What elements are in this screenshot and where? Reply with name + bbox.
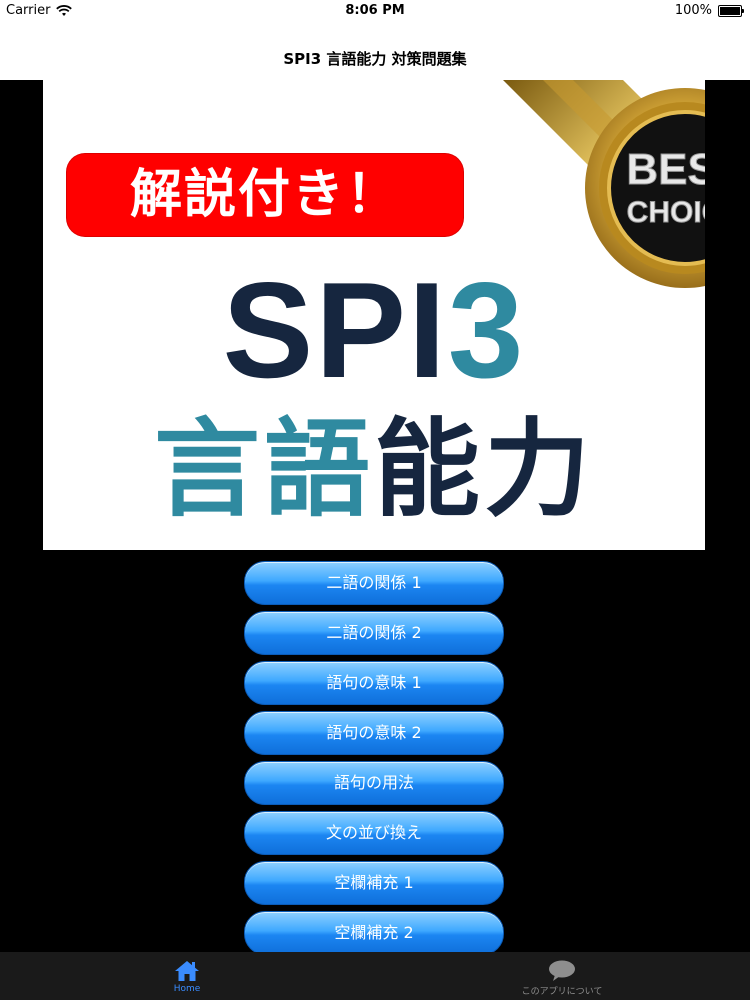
ribbon-best-text: BEST <box>626 145 705 194</box>
menu-button-usage[interactable]: 語句の用法 <box>244 761 504 805</box>
title-3-text: 3 <box>447 254 526 406</box>
title-gengo-text: 言語 <box>154 408 374 531</box>
title-nouryoku-text: 能力 <box>374 408 594 531</box>
battery-icon <box>718 4 744 17</box>
tab-home[interactable]: Home <box>150 952 224 1000</box>
title-spi3: SPI3 <box>43 260 705 400</box>
content-area: BEST CHOICE 解説付き！ SPI3 言語能力 二語の関係 1 二語の関… <box>0 80 750 955</box>
tab-bar: Home このアプリについて <box>0 952 750 1000</box>
menu-button-two-word-2[interactable]: 二語の関係 2 <box>244 611 504 655</box>
hero-banner: BEST CHOICE 解説付き！ SPI3 言語能力 <box>43 80 705 550</box>
tab-about[interactable]: このアプリについて <box>500 952 624 1000</box>
menu-button-sentence-order[interactable]: 文の並び換え <box>244 811 504 855</box>
menu-button-fill-blank-2[interactable]: 空欄補充 2 <box>244 911 504 955</box>
chat-bubble-icon <box>549 960 575 981</box>
menu-button-meaning-1[interactable]: 語句の意味 1 <box>244 661 504 705</box>
menu-button-fill-blank-1[interactable]: 空欄補充 1 <box>244 861 504 905</box>
tab-about-label: このアプリについて <box>521 987 603 997</box>
ribbon-choice-text: CHOICE <box>627 196 705 229</box>
status-time: 8:06 PM <box>345 3 405 18</box>
status-bar: Carrier 8:06 PM 100% <box>0 0 750 22</box>
home-icon <box>175 961 199 981</box>
tab-home-label: Home <box>173 984 201 994</box>
battery-percent: 100% <box>674 3 712 18</box>
status-right: 100% <box>674 3 744 18</box>
title-language-ability: 言語能力 <box>43 415 705 525</box>
menu-button-two-word-1[interactable]: 二語の関係 1 <box>244 561 504 605</box>
nav-bar: SPI3 言語能力 対策問題集 <box>0 22 750 80</box>
title-spi-text: SPI <box>222 254 448 406</box>
explanation-badge: 解説付き！ <box>67 154 463 236</box>
menu-button-meaning-2[interactable]: 語句の意味 2 <box>244 711 504 755</box>
page-title: SPI3 言語能力 対策問題集 <box>283 50 467 68</box>
